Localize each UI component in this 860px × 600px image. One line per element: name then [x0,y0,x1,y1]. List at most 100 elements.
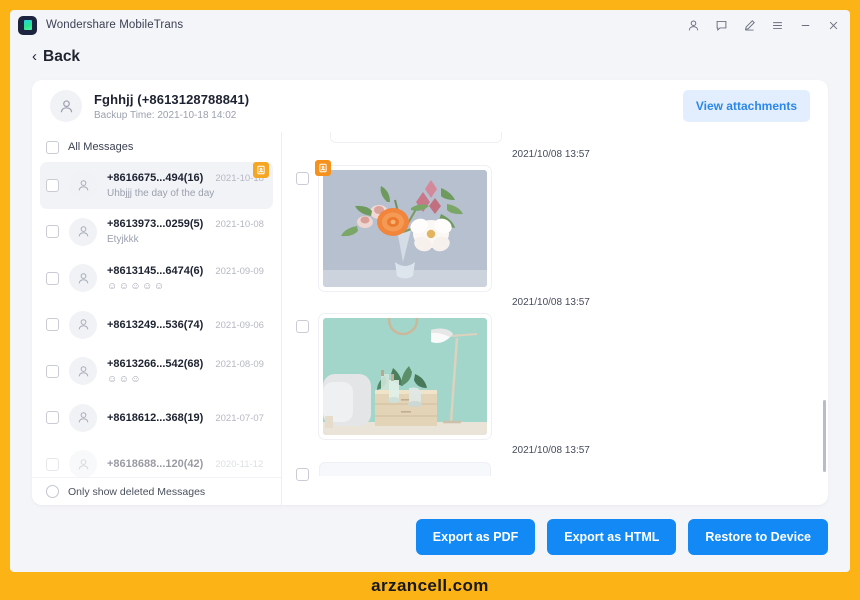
menu-icon[interactable] [764,13,790,37]
list-item-number: +8613145...6474(6) [107,264,204,277]
chat-message: 2021/10/08 13:57 [296,445,812,481]
list-item-date: 2021-07-07 [215,412,264,424]
message-timestamp: 2021/10/08 13:57 [512,297,590,308]
window-controls [680,13,846,37]
chat-scrollbar[interactable] [823,400,826,472]
chat-message: 2021/10/08 13:57 [296,297,812,439]
list-item-number: +8613249...536(74) [107,318,204,331]
edit-icon[interactable] [736,13,762,37]
list-item-number: +8618612...368(19) [107,411,204,424]
list-item-date: 2021-09-09 [215,265,264,277]
all-messages-row[interactable]: All Messages [32,132,281,162]
list-item-checkbox[interactable] [46,318,59,332]
list-item-preview: Uhbjjj the day of the day [107,187,215,199]
previous-message-cutoff [330,132,502,143]
card-body: All Messages +8616675...494(16) 2021-10-1… [32,132,828,505]
message-checkbox[interactable] [296,320,309,333]
message-timestamp: 2021/10/08 13:57 [512,149,590,160]
list-item[interactable]: +8618612...368(19) 2021-07-07 [40,395,273,442]
list-item[interactable]: +8613249...536(74) 2021-09-06 [40,302,273,349]
list-item[interactable]: +8613973...0259(5) 2021-10-08 Etyjkkk [40,209,273,256]
view-attachments-button[interactable]: View attachments [682,90,810,122]
photo-thumbnail [323,318,487,435]
message-attachment-image[interactable] [319,314,491,439]
list-item-content: +8616675...494(16) 2021-10-18 Uhbjjj the d… [107,172,267,199]
list-item-date: 2021-10-08 [215,219,264,231]
app-title: Wondershare MobileTrans [46,19,184,31]
back-button[interactable]: ‹ Back [32,48,80,66]
avatar [50,90,82,122]
list-item-content: +8613266...542(68) 2021-08-09 ☺☺☺ [107,358,267,385]
list-item-checkbox[interactable] [46,457,59,471]
watermark: arzancell.com [0,572,860,600]
list-item-header: +8618688...120(42) 2020-11-12 [107,458,267,470]
all-messages-checkbox[interactable] [46,140,59,154]
list-item[interactable]: +8616675...494(16) 2021-10-18 Uhbjjj the d… [40,162,273,209]
only-deleted-radio[interactable] [46,485,59,498]
list-item[interactable]: +8613266...542(68) 2021-08-09 ☺☺☺ [40,348,273,395]
list-item-date: 2021-08-09 [215,358,264,370]
list-item-header: +8613266...542(68) 2021-08-09 [107,358,267,370]
backup-time: Backup Time: 2021-10-18 14:02 [94,109,237,121]
list-item-content: +8613249...536(74) 2021-09-06 [107,319,267,331]
message-checkbox[interactable] [296,172,309,185]
list-item-header: +8613973...0259(5) 2021-10-08 [107,218,267,230]
contact-avatar-icon [69,217,97,246]
list-item-number: +8616675...494(16) [107,171,204,184]
attachment-badge-icon [315,160,331,176]
message-row [296,462,812,481]
close-icon[interactable] [820,13,846,37]
title-bar: Wondershare MobileTrans [10,10,850,40]
list-item-content: +8613145...6474(6) 2021-09-09 ☺☺☺☺☺ [107,265,267,292]
list-item-number: +8613266...542(68) [107,357,204,370]
contact-info: Fghhjj (+8613128788841) Backup Time: 202… [94,92,249,121]
list-item-checkbox[interactable] [46,364,59,378]
chat-message: 2021/10/08 13:57 [296,149,812,291]
list-item-checkbox[interactable] [46,225,59,239]
action-bar: Export as PDF Export as HTML Restore to … [10,505,850,555]
export-html-button[interactable]: Export as HTML [547,519,677,555]
list-item-preview: ☺☺☺☺☺ [107,280,166,292]
list-item-number: +8618688...120(42) [107,458,204,471]
photo-thumbnail [323,170,487,287]
all-messages-label: All Messages [68,141,134,153]
list-item-number: +8613973...0259(5) [107,218,204,231]
list-item[interactable]: +8613145...6474(6) 2021-09-09 ☺☺☺☺☺ [40,255,273,302]
list-item-content: +8618612...368(19) 2021-07-07 [107,412,267,424]
list-item-header: +8613249...536(74) 2021-09-06 [107,319,267,331]
back-button-label: Back [43,48,81,65]
contact-name: Fghhjj (+8613128788841) [94,91,250,107]
chevron-left-icon: ‹ [32,48,37,65]
contact-avatar-icon [69,450,97,477]
minimize-icon[interactable] [792,13,818,37]
contact-avatar-icon [69,357,97,386]
message-checkbox[interactable] [296,468,309,481]
mobiletrans-logo-icon [18,15,37,35]
contact-avatar-icon [69,171,97,200]
account-icon[interactable] [680,13,706,37]
feedback-icon[interactable] [708,13,734,37]
list-item-preview: Etyjkkk [107,234,139,246]
export-pdf-button[interactable]: Export as PDF [415,519,536,555]
contact-header: Fghhjj (+8613128788841) Backup Time: 202… [32,80,828,132]
restore-device-button[interactable]: Restore to Device [688,519,828,555]
message-attachment-partial[interactable] [319,462,491,476]
message-attachment-image[interactable] [315,160,491,291]
content-card: Fghhjj (+8613128788841) Backup Time: 202… [32,80,828,505]
list-item-content: +8613973...0259(5) 2021-10-08 Etyjkkk [107,218,267,245]
list-item-preview: ☺☺☺ [107,373,143,385]
contact-avatar-icon [69,403,97,432]
app-window: Wondershare MobileTrans ‹ Back Fghhjj (+… [10,10,850,572]
attachment-badge-icon [253,162,269,178]
only-deleted-row[interactable]: Only show deleted Messages [32,477,281,505]
list-item-checkbox[interactable] [46,178,59,192]
list-item-checkbox[interactable] [46,271,59,285]
list-item-checkbox[interactable] [46,411,59,425]
list-item[interactable]: +8618688...120(42) 2020-11-12 [40,441,273,477]
list-item-header: +8616675...494(16) 2021-10-18 [107,172,267,184]
list-item-content: +8618688...120(42) 2020-11-12 [107,458,267,470]
list-item-header: +8613145...6474(6) 2021-09-09 [107,265,267,277]
list-item-header: +8618612...368(19) 2021-07-07 [107,412,267,424]
message-list[interactable]: +8616675...494(16) 2021-10-18 Uhbjjj the d… [32,162,281,477]
chat-scroll-area[interactable]: 2021/10/08 13:57 2021/10/08 13:57 2021/10/… [282,132,828,505]
